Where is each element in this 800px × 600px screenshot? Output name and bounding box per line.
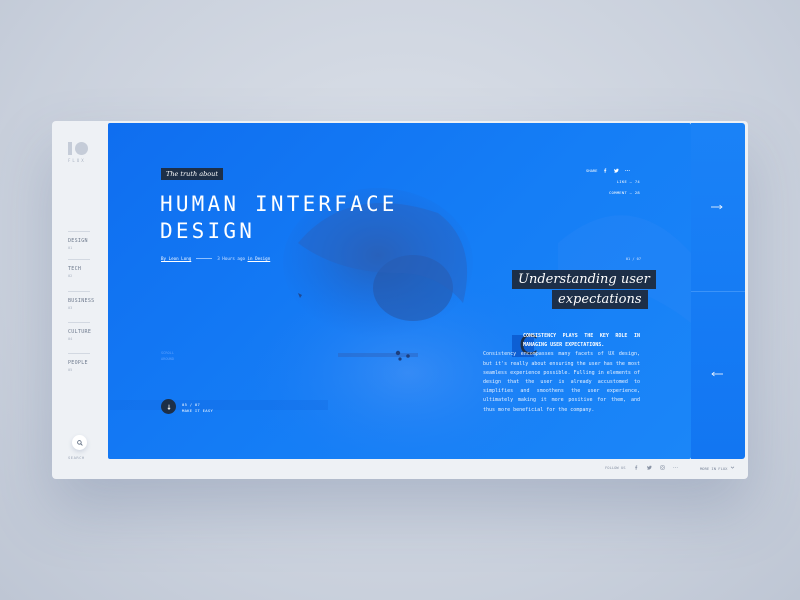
share-label: SHARE	[586, 168, 598, 173]
logo-text: FLUX	[68, 158, 86, 163]
nav-label: DESIGN	[68, 238, 88, 244]
arrow-left-icon[interactable]	[711, 371, 723, 377]
nav-label: CULTURE	[68, 329, 92, 335]
logo-zero-shape	[75, 142, 88, 155]
sidebar-item-design[interactable]: DESIGN 01	[68, 231, 94, 250]
app-window: FLUX DESIGN 01 TECH 02 BUSINESS 03 CULTU…	[52, 121, 748, 479]
nav-divider	[68, 322, 90, 323]
sidebar-item-business[interactable]: BUSINESS 03	[68, 291, 94, 310]
callout-line-2: expectations	[552, 290, 648, 309]
nav-number: 05	[68, 368, 73, 372]
nav-divider	[68, 231, 90, 232]
search-label: SEARCH	[68, 455, 85, 460]
sidebar: FLUX DESIGN 01 TECH 02 BUSINESS 03 CULTU…	[52, 121, 108, 479]
twitter-icon[interactable]	[614, 168, 620, 173]
arrow-down-icon	[167, 404, 170, 410]
chevron-down-icon	[730, 466, 734, 469]
page-title: HUMAN INTERFACE DESIGN	[160, 191, 398, 245]
arrow-right-icon[interactable]	[711, 204, 723, 210]
footer-social: FOLLOW US	[605, 465, 678, 470]
logo-mark	[68, 141, 94, 155]
more-in-flux-dropdown[interactable]: MORE IN FLUX	[700, 465, 735, 471]
panel-divider	[691, 291, 745, 292]
hero-panel: The truth about HUMAN INTERFACE DESIGN B…	[108, 123, 691, 459]
callout-line-1: Understanding user	[512, 270, 656, 289]
byline: By Leon Long 3 Hours ago in Design	[161, 256, 270, 261]
nav-label: PEOPLE	[68, 360, 88, 366]
nav-number: 02	[68, 274, 73, 278]
article-lead: CONSISTENCY PLAYS THE KEY ROLE IN MANAGI…	[523, 333, 640, 349]
facebook-icon[interactable]	[603, 168, 608, 173]
more-icon[interactable]	[625, 168, 631, 173]
share-bar: SHARE	[586, 168, 631, 173]
title-line-2: DESIGN	[160, 219, 256, 243]
scroll-hint: SCROLL AROUND	[161, 350, 174, 362]
logo[interactable]: FLUX	[68, 141, 94, 163]
facebook-icon[interactable]	[634, 465, 639, 470]
more-label: MORE IN FLUX	[700, 466, 728, 471]
scroll-meta: 05 / 07 MAKE IT EASY	[182, 402, 213, 414]
article-tag: The truth about	[161, 168, 223, 180]
scroll-down-button[interactable]	[161, 399, 176, 414]
follow-label: FOLLOW US	[605, 465, 626, 470]
nav-label: TECH	[68, 266, 82, 272]
author-link[interactable]: By Leon Long	[161, 256, 191, 261]
article-body: CONSISTENCY PLAYS THE KEY ROLE IN MANAGI…	[483, 332, 640, 415]
more-icon[interactable]	[672, 465, 678, 470]
nav-number: 01	[68, 246, 73, 250]
scroll-hint-line-2: AROUND	[161, 357, 174, 361]
article-paragraph: Consistency encompasses many facets of U…	[483, 351, 640, 413]
byline-divider	[196, 258, 213, 259]
sidebar-item-culture[interactable]: CULTURE 04	[68, 322, 94, 341]
nav-number: 03	[68, 306, 73, 310]
nav-label: BUSINESS	[68, 298, 95, 304]
comments-count: COMMENT — 28	[608, 190, 640, 195]
nav-divider	[68, 259, 90, 260]
nav-number: 04	[68, 337, 73, 341]
sidebar-item-people[interactable]: PEOPLE 05	[68, 353, 94, 372]
twitter-icon[interactable]	[646, 465, 652, 470]
search-icon	[76, 439, 83, 446]
nav-divider	[68, 291, 90, 292]
title-line-1: HUMAN INTERFACE	[160, 192, 398, 216]
search-button[interactable]	[72, 435, 87, 450]
nav-divider	[68, 353, 90, 354]
instagram-icon[interactable]	[659, 465, 665, 470]
likes-count: LIKE — 74	[616, 179, 640, 184]
side-nav-panel	[691, 123, 745, 459]
sidebar-item-tech[interactable]: TECH 02	[68, 259, 94, 278]
category-link[interactable]: in Design	[248, 256, 271, 261]
post-time: 3 Hours ago in Design	[217, 256, 271, 261]
article-page-count: 01 / 07	[625, 257, 641, 261]
scroll-label: MAKE IT EASY	[182, 408, 214, 413]
logo-one-shape	[68, 142, 72, 155]
